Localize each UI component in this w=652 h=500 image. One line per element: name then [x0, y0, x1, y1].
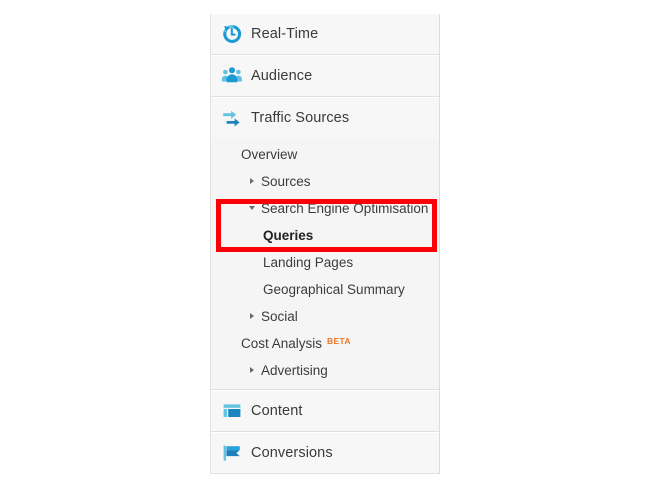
sidebar-subitem-search-engine-optimisation[interactable]: Search Engine Optimisation: [211, 195, 439, 222]
chevron-right-icon[interactable]: [250, 366, 254, 373]
nav-section-traffic-sources: Traffic Sources Overview Sources Search …: [211, 97, 439, 390]
sidebar-subitem-label: Advertising: [261, 363, 328, 378]
page-layout-icon: [217, 398, 247, 424]
sidebar-subitem-social[interactable]: Social: [211, 303, 439, 330]
sidebar-subitem-label: Search Engine Optimisation: [261, 201, 429, 216]
sidebar-item-real-time[interactable]: Real-Time: [211, 14, 439, 54]
sidebar-item-label: Real-Time: [251, 26, 319, 42]
sidebar-subitem-label: Landing Pages: [263, 255, 354, 270]
sidebar-item-label: Traffic Sources: [251, 110, 350, 126]
sidebar-subitem-label: Overview: [241, 147, 298, 162]
sidebar-item-label: Audience: [251, 68, 313, 84]
chevron-right-icon[interactable]: [250, 177, 254, 184]
sidebar-subitem-label: Queries: [263, 228, 314, 243]
sidebar-subitem-queries[interactable]: Queries: [211, 222, 439, 249]
sidebar-item-traffic-sources[interactable]: Traffic Sources: [211, 98, 439, 138]
sidebar-subitem-overview[interactable]: Overview: [211, 141, 439, 168]
screenshot-root: Real-Time Audience Traffic Sources Overv…: [0, 0, 652, 500]
sidebar-item-label: Conversions: [251, 445, 333, 461]
sidebar-subitem-landing-pages[interactable]: Landing Pages: [211, 249, 439, 276]
beta-badge: BETA: [327, 335, 351, 346]
sidebar-subitem-label: Sources: [261, 174, 311, 189]
sidebar-subitem-advertising[interactable]: Advertising: [211, 357, 439, 384]
sidebar-item-conversions[interactable]: Conversions: [211, 433, 439, 473]
nav-section-conversions: Conversions: [211, 432, 439, 474]
nav-section-content: Content: [211, 390, 439, 432]
sidebar-subitem-label: Geographical Summary: [263, 282, 405, 297]
chevron-down-icon[interactable]: [249, 206, 255, 211]
chevron-right-icon[interactable]: [250, 312, 254, 319]
nav-section-real-time: Real-Time: [211, 14, 439, 55]
traffic-sources-submenu: Overview Sources Search Engine Optimisat…: [211, 138, 439, 389]
sidebar-subitem-cost-analysis[interactable]: Cost Analysis BETA: [211, 330, 439, 357]
sidebar-item-audience[interactable]: Audience: [211, 56, 439, 96]
sidebar-item-content[interactable]: Content: [211, 391, 439, 431]
sidebar-item-label: Content: [251, 403, 303, 419]
nav-section-audience: Audience: [211, 55, 439, 97]
sidebar-subitem-geographical-summary[interactable]: Geographical Summary: [211, 276, 439, 303]
analytics-navigation-panel: Real-Time Audience Traffic Sources Overv…: [210, 14, 440, 474]
sidebar-subitem-label: Cost Analysis: [241, 336, 323, 351]
sidebar-subitem-label: Social: [261, 309, 298, 324]
flag-icon: [217, 440, 247, 466]
sidebar-subitem-sources[interactable]: Sources: [211, 168, 439, 195]
people-group-icon: [217, 63, 247, 89]
realtime-clock-icon: [217, 21, 247, 47]
two-arrows-icon: [217, 105, 247, 131]
